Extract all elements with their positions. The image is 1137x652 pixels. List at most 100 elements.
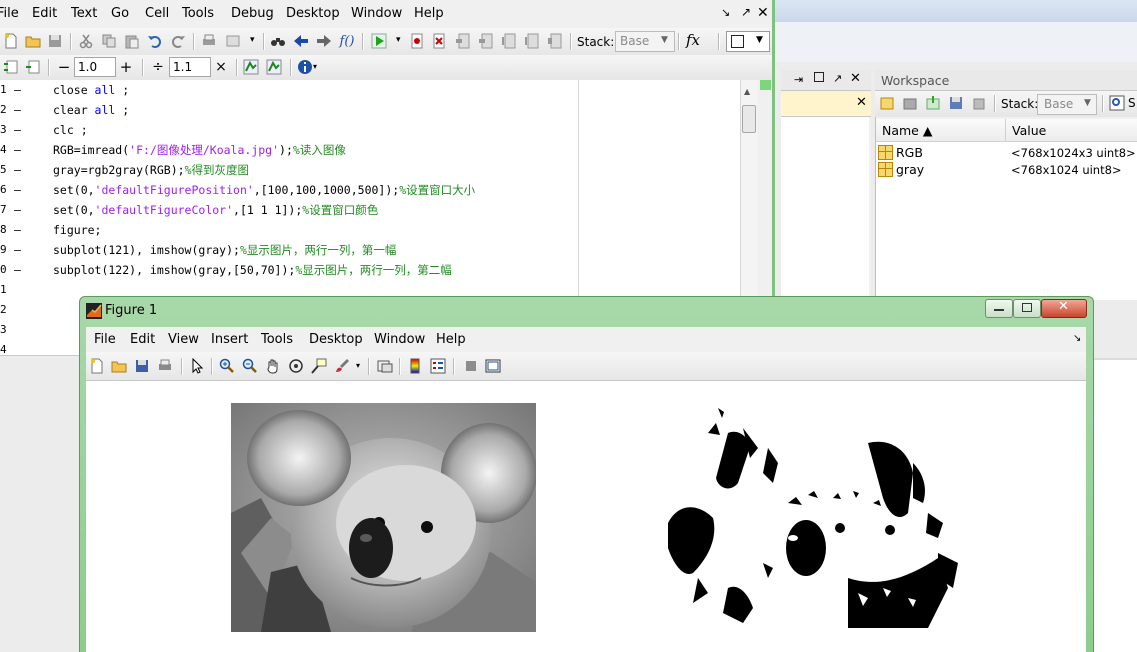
run-menu-chevron-icon[interactable]: ▾ [396, 35, 401, 45]
minimize-button[interactable] [985, 299, 1013, 318]
column-header-name[interactable]: Name ▲ [882, 123, 932, 138]
fig-menu-view[interactable]: View [168, 332, 199, 347]
breakpoint-dash[interactable]: – [14, 120, 21, 140]
breakpoint-dash[interactable]: – [14, 100, 21, 120]
forward-arrow-icon[interactable] [315, 32, 333, 50]
mlint-icon[interactable] [224, 32, 242, 50]
new-file-icon[interactable] [2, 32, 20, 50]
plot-selector-label[interactable]: S [1128, 96, 1136, 110]
evaluate-advance-icon[interactable] [265, 58, 283, 76]
function-icon[interactable]: f() [338, 32, 356, 50]
workspace-stack-select[interactable]: Base ▼ [1037, 94, 1097, 115]
open-file-icon[interactable] [110, 357, 128, 375]
fig-menu-file[interactable]: File [94, 332, 116, 347]
fig-menu-window[interactable]: Window [374, 332, 425, 347]
column-header-value[interactable]: Value [1012, 123, 1046, 138]
decrement-button[interactable]: − [55, 58, 73, 76]
run-icon[interactable] [370, 32, 388, 50]
copy-icon[interactable] [100, 32, 118, 50]
menu-edit[interactable]: Edit [32, 6, 57, 21]
fig-menu-edit[interactable]: Edit [130, 332, 155, 347]
print-icon[interactable] [200, 32, 218, 50]
print-figure-icon[interactable] [156, 357, 174, 375]
data-cursor-icon[interactable] [310, 357, 328, 375]
open-folder-icon[interactable] [24, 32, 42, 50]
menu-help[interactable]: Help [414, 6, 444, 21]
undo-icon[interactable] [146, 32, 164, 50]
close-button[interactable]: ✕ [1041, 299, 1087, 318]
new-variable-icon[interactable] [878, 94, 896, 112]
folder-file-list[interactable] [781, 117, 869, 297]
close-icon[interactable]: ✕ [757, 5, 769, 21]
column-divider[interactable] [1005, 119, 1006, 141]
table-row[interactable]: gray <768x1024 uint8> [876, 161, 1137, 178]
multiply-button[interactable]: × [212, 58, 230, 76]
scroll-up-icon[interactable]: ▲ [744, 87, 750, 96]
info-icon[interactable] [296, 58, 314, 76]
plot-selector-icon[interactable] [1108, 94, 1126, 112]
evaluate-cell-icon[interactable] [242, 58, 260, 76]
breakpoint-dash[interactable]: – [14, 240, 21, 260]
paste-icon[interactable] [123, 32, 141, 50]
fig-menu-desktop[interactable]: Desktop [309, 332, 363, 347]
pan-hand-icon[interactable] [264, 357, 282, 375]
fig-menu-insert[interactable]: Insert [211, 332, 248, 347]
save-figure-icon[interactable] [133, 357, 151, 375]
legend-icon[interactable] [429, 357, 447, 375]
restore-button[interactable] [1013, 299, 1041, 318]
import-data-icon[interactable] [924, 94, 942, 112]
exit-debug-icon[interactable] [546, 32, 564, 50]
table-row[interactable]: RGB <768x1024x3 uint8> [876, 144, 1137, 161]
close-icon[interactable]: ✕ [856, 95, 867, 110]
hide-plot-tools-icon[interactable] [462, 357, 480, 375]
brush-menu-chevron-icon[interactable]: ▾ [356, 361, 360, 370]
maximize-icon[interactable]: ↗ [741, 5, 751, 19]
zoom-out-icon[interactable] [241, 357, 259, 375]
divide-button[interactable]: ÷ [149, 58, 167, 76]
save-workspace-icon[interactable] [947, 94, 965, 112]
layout-select[interactable]: ▼ [726, 31, 770, 52]
fx-function-browser-icon[interactable]: fx [686, 31, 700, 49]
menu-debug[interactable]: Debug [231, 6, 274, 21]
step-icon[interactable] [454, 32, 472, 50]
breakpoint-clear-icon[interactable] [430, 32, 448, 50]
scale-value-input[interactable]: 1.1 [169, 57, 211, 77]
open-variable-icon[interactable] [901, 94, 919, 112]
link-plot-icon[interactable] [376, 357, 394, 375]
breakpoint-set-icon[interactable] [408, 32, 426, 50]
chevron-down-icon[interactable]: ▾ [313, 62, 317, 71]
edit-plot-pointer-icon[interactable] [188, 357, 206, 375]
continue-icon[interactable] [523, 32, 541, 50]
step-in-icon[interactable] [477, 32, 495, 50]
breakpoint-dash[interactable]: – [14, 220, 21, 240]
decrement-value-input[interactable]: 1.0 [74, 57, 116, 77]
show-plot-tools-icon[interactable] [484, 357, 502, 375]
insert-cell-divider-icon[interactable] [2, 58, 20, 76]
insert-cell-icon[interactable] [24, 58, 42, 76]
step-out-icon[interactable] [500, 32, 518, 50]
close-icon[interactable]: ✕ [850, 71, 861, 86]
undock-icon[interactable]: ⇥ [794, 73, 803, 86]
back-arrow-icon[interactable] [292, 32, 310, 50]
breakpoint-dash[interactable]: – [14, 200, 21, 220]
fig-menu-help[interactable]: Help [436, 332, 466, 347]
increment-button[interactable]: + [117, 58, 135, 76]
brush-icon[interactable] [333, 357, 351, 375]
colorbar-icon[interactable] [406, 357, 424, 375]
breakpoint-dash[interactable]: – [14, 80, 21, 100]
new-figure-icon[interactable] [88, 357, 106, 375]
dock-icon[interactable]: ↗ [833, 72, 842, 85]
undock-icon[interactable]: ↘ [721, 6, 730, 19]
zoom-in-icon[interactable] [218, 357, 236, 375]
menu-cell[interactable]: Cell [145, 6, 169, 21]
cut-icon[interactable] [77, 32, 95, 50]
breakpoint-dash[interactable]: – [14, 180, 21, 200]
breakpoint-dash[interactable]: – [14, 260, 21, 280]
rotate-3d-icon[interactable] [287, 357, 305, 375]
menu-desktop[interactable]: Desktop [286, 6, 340, 21]
menu-window[interactable]: Window [351, 6, 402, 21]
chevron-down-icon[interactable]: ▾ [250, 35, 255, 45]
menu-file[interactable]: File [0, 6, 19, 21]
redo-icon[interactable] [169, 32, 187, 50]
maximize-icon[interactable] [814, 72, 824, 82]
